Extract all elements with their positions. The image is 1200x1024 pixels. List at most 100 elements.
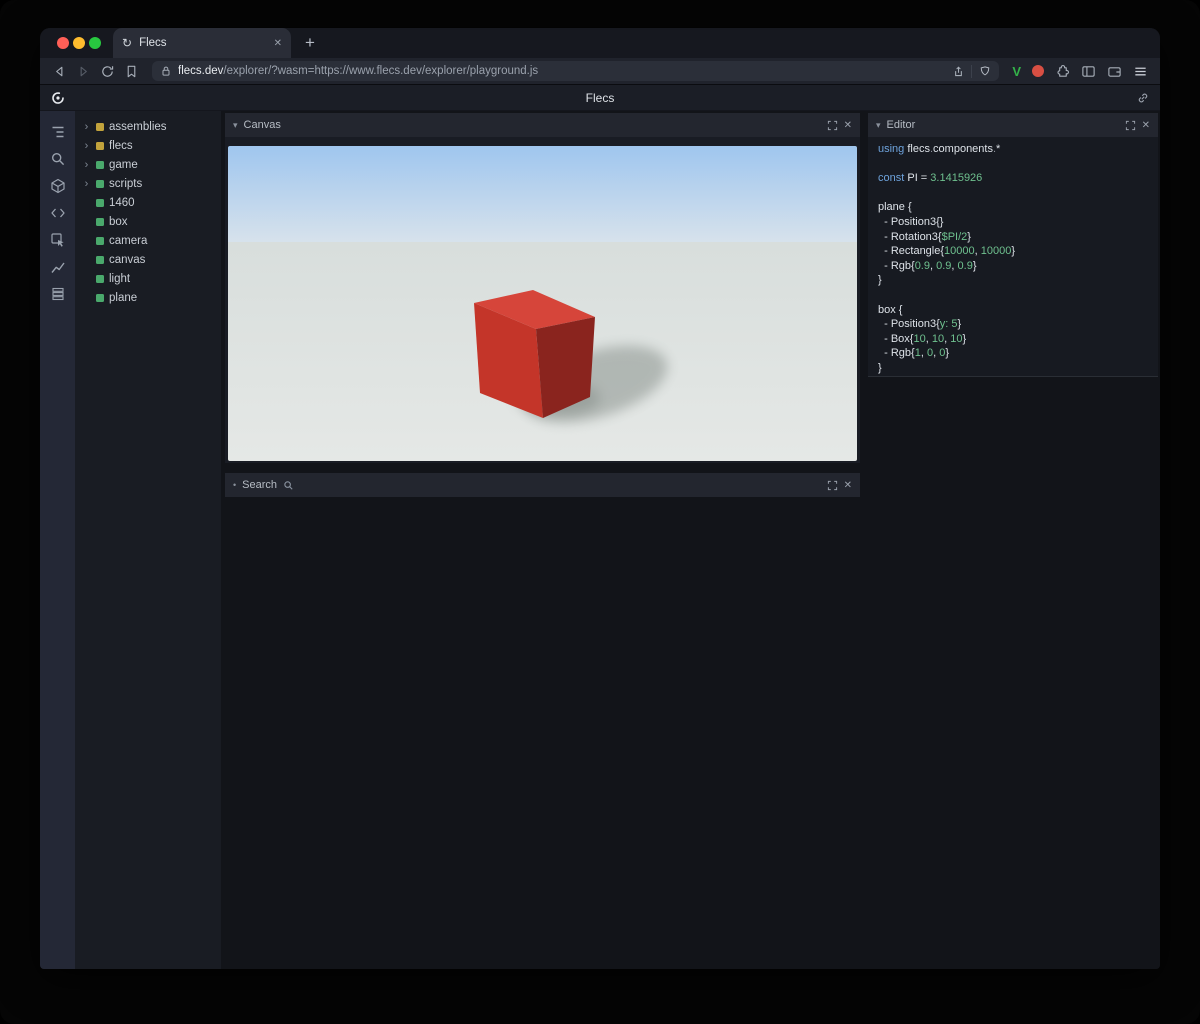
tree-item-game[interactable]: › game [75,155,221,174]
new-tab-button[interactable]: + [305,33,315,53]
lock-icon [160,65,172,77]
expand-icon[interactable] [1125,120,1136,131]
rows-icon[interactable] [49,285,66,302]
hierarchy-icon[interactable] [49,123,66,140]
code-line [878,157,1148,172]
url-domain: flecs.dev [178,65,223,77]
tree-item-label: assemblies [109,121,167,133]
code-editor[interactable]: using flecs.components.* const PI = 3.14… [868,137,1158,377]
expand-arrow-icon[interactable]: › [82,140,91,152]
flecs-logo-icon[interactable] [50,90,66,106]
sidebar-toggle-icon[interactable] [1081,64,1096,79]
code-line: const PI = 3.1415926 [878,171,1148,186]
entity-tree: ›assemblies›flecs›game›scripts1460boxcam… [75,111,221,969]
canvas-panel: ▾ Canvas ✕ [225,113,860,463]
code-line: - Rotation3{$PI/2} [878,230,1148,245]
tree-item-scripts[interactable]: ›scripts [75,174,221,193]
search-panel: • Search ✕ [225,473,860,497]
expand-arrow-icon[interactable]: › [82,178,91,190]
back-button[interactable] [52,64,67,79]
page-title: Flecs [40,91,1160,105]
browser-window: ↻ Flecs ✕ + flecs.d [40,28,1160,969]
tree-item-plane[interactable]: plane [75,288,221,307]
tree-item-camera[interactable]: camera [75,231,221,250]
code-icon[interactable] [49,204,66,221]
sky [228,146,857,246]
code-line: - Position3{y: 5} [878,317,1148,332]
search-panel-title: Search [242,479,277,491]
brave-shield-icon[interactable] [971,65,991,78]
tree-item-label: 1460 [109,197,135,209]
close-icon[interactable]: ✕ [1142,120,1150,131]
entity-color-square [96,294,104,302]
tree-item-label: game [109,159,138,171]
code-line: - Rgb{0.9, 0.9, 0.9} [878,259,1148,274]
close-icon[interactable]: ✕ [844,480,852,491]
extension-red-icon[interactable] [1032,65,1044,77]
window-close-button[interactable] [57,37,69,49]
code-line: box { [878,303,1148,318]
menu-icon[interactable] [1133,64,1148,79]
url-bar[interactable]: flecs.dev/explorer/?wasm=https://www.fle… [152,61,999,81]
inspect-icon[interactable] [49,231,66,248]
share-icon[interactable] [952,65,965,78]
wallet-icon[interactable] [1107,64,1122,79]
tree-item-flecs[interactable]: ›flecs [75,136,221,155]
tree-item-box[interactable]: box [75,212,221,231]
search-icon[interactable] [49,150,66,167]
window-controls [57,37,101,49]
extension-v-icon[interactable]: V [1012,64,1021,79]
bookmark-icon[interactable] [124,64,139,79]
side-icon-strip [40,111,75,969]
tree-item-canvas[interactable]: canvas [75,250,221,269]
editor-panel-header[interactable]: ▾ Editor ✕ [868,113,1158,137]
tab-strip: ↻ Flecs ✕ + [40,28,1160,58]
editor-panel-title: Editor [887,119,916,131]
expand-icon[interactable] [827,120,838,131]
tree-item-assemblies[interactable]: › assemblies [75,117,221,136]
tree-item-label: light [109,273,130,285]
search-panel-header[interactable]: • Search ✕ [225,473,860,497]
entity-color-square [96,237,104,245]
tree-item-light[interactable]: light [75,269,221,288]
forward-button[interactable] [76,64,91,79]
tab-title: Flecs [139,37,267,49]
canvas-panel-header[interactable]: ▾ Canvas ✕ [225,113,860,137]
close-icon[interactable]: ✕ [844,120,852,131]
app-body: ›assemblies›flecs›game›scripts1460boxcam… [40,111,1160,969]
puzzle-icon[interactable] [1055,64,1070,79]
window-minimize-button[interactable] [73,37,85,49]
url-path: /explorer/?wasm=https://www.flecs.dev/ex… [223,65,538,77]
entity-color-square [96,275,104,283]
editor-panel: ▾ Editor ✕ using flecs.components.* cons… [868,113,1158,377]
entity-color-square [96,142,104,150]
canvas-3d-view[interactable] [225,137,860,463]
link-icon[interactable] [1136,91,1150,105]
window-zoom-button[interactable] [89,37,101,49]
tab-close-icon[interactable]: ✕ [274,38,282,49]
browser-toolbar: flecs.dev/explorer/?wasm=https://www.fle… [40,58,1160,84]
entity-color-square [96,199,104,207]
reload-button[interactable] [100,64,115,79]
chart-icon[interactable] [49,258,66,275]
code-line: - Rectangle{10000, 10000} [878,244,1148,259]
chevron-down-icon[interactable]: ▾ [233,120,238,131]
code-line [878,186,1148,201]
tree-item-1460[interactable]: 1460 [75,193,221,212]
expand-arrow-icon[interactable]: › [82,121,91,133]
chevron-down-icon[interactable]: ▾ [876,120,881,131]
code-line [878,288,1148,303]
expand-icon[interactable] [827,480,838,491]
3d-scene [228,146,857,461]
canvas-panel-title: Canvas [244,119,281,131]
entity-color-square [96,218,104,226]
expand-arrow-icon[interactable]: › [82,159,91,171]
browser-tab[interactable]: ↻ Flecs ✕ [113,28,291,58]
code-line: } [878,361,1148,376]
entity-color-square [96,180,104,188]
tree-item-label: plane [109,292,137,304]
bullet-icon[interactable]: • [233,480,236,490]
tree-item-label: camera [109,235,147,247]
cube-icon[interactable] [49,177,66,194]
code-line: - Position3{} [878,215,1148,230]
